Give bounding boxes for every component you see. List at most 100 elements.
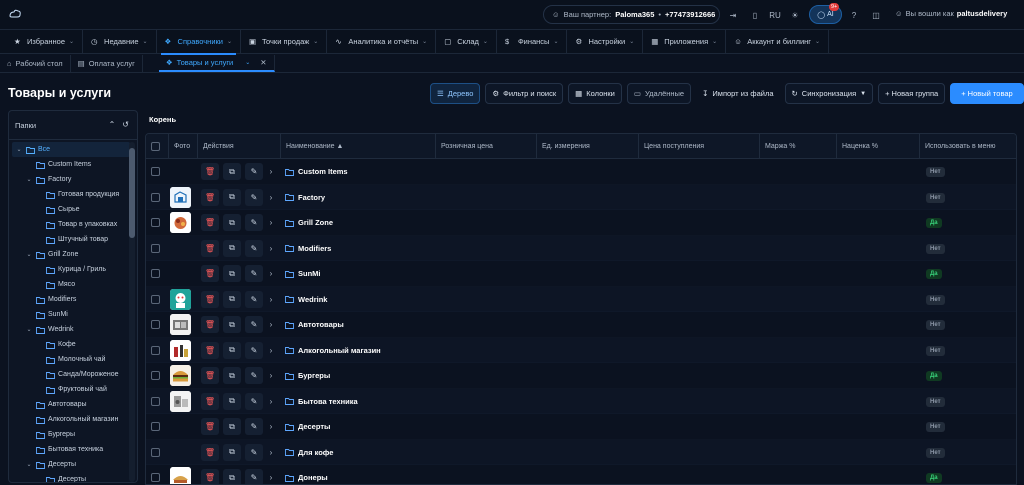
- close-tab-icon[interactable]: ✕: [260, 58, 266, 67]
- edit-icon[interactable]: ✎: [245, 214, 263, 231]
- row-checkbox[interactable]: [151, 345, 160, 355]
- chevron-right-icon[interactable]: ›: [262, 189, 280, 206]
- delete-icon[interactable]: 🗑: [201, 214, 219, 231]
- table-row[interactable]: 🗑 ⧉ ✎ › Custom Items Нет: [146, 159, 1016, 185]
- tree-item[interactable]: Автотовары: [12, 397, 130, 412]
- breadcrumb[interactable]: Корень: [149, 115, 176, 124]
- column-header[interactable]: Наименование ▲: [280, 134, 343, 159]
- new-item-button[interactable]: + Новый товар: [950, 83, 1024, 104]
- edit-icon[interactable]: ✎: [245, 163, 263, 180]
- copy-icon[interactable]: ⧉: [223, 392, 241, 410]
- delete-icon[interactable]: 🗑: [201, 316, 219, 333]
- row-name[interactable]: Бытова техника: [285, 389, 358, 414]
- row-checkbox[interactable]: [151, 294, 160, 304]
- select-all-checkbox[interactable]: [151, 142, 160, 151]
- columns-button[interactable]: ▦ Колонки: [568, 83, 622, 104]
- chevron-right-icon[interactable]: ›: [262, 163, 280, 180]
- delete-icon[interactable]: 🗑: [201, 290, 219, 308]
- delete-icon[interactable]: 🗑: [201, 443, 219, 461]
- tree-item[interactable]: Фруктовый чай: [12, 382, 130, 397]
- row-checkbox[interactable]: [151, 371, 160, 380]
- row-checkbox[interactable]: [151, 396, 160, 406]
- tree-item[interactable]: Молочный чай: [12, 352, 130, 367]
- login-icon[interactable]: ⇥: [724, 6, 742, 24]
- app-logo-icon[interactable]: [8, 7, 22, 21]
- tree-item[interactable]: ⌄ Wedrink: [12, 322, 130, 337]
- table-row[interactable]: 🗑 ⧉ ✎ › Автотовары Нет: [146, 312, 1016, 338]
- refresh-icon[interactable]: ↺: [122, 120, 129, 129]
- row-name[interactable]: SunMi: [285, 261, 321, 286]
- copy-icon[interactable]: ⧉: [223, 367, 241, 384]
- nav-item-6[interactable]: $ Финансы ⌄: [497, 29, 568, 54]
- row-name[interactable]: Wedrink: [285, 287, 327, 312]
- edit-icon[interactable]: ✎: [245, 188, 263, 206]
- chevron-right-icon[interactable]: ›: [262, 265, 280, 282]
- row-name[interactable]: Factory: [285, 185, 325, 210]
- tree-item[interactable]: Десерты: [12, 472, 130, 482]
- table-row[interactable]: 🗑 ⧉ ✎ › Factory Нет: [146, 184, 1016, 210]
- row-name[interactable]: Автотовары: [285, 312, 344, 337]
- delete-icon[interactable]: 🗑: [201, 188, 219, 206]
- deleted-button[interactable]: ▭ Удалённые: [626, 83, 692, 104]
- table-row[interactable]: 🗑 ⧉ ✎ › Десерты Нет: [146, 414, 1016, 440]
- column-header[interactable]: Фото: [168, 134, 190, 159]
- tab-0[interactable]: ⌂ Рабочий стол: [0, 55, 71, 72]
- row-checkbox[interactable]: [151, 447, 160, 457]
- theme-sun-icon[interactable]: ☀: [786, 6, 804, 24]
- tab-2[interactable]: ❖ Товары и услуги ⌄ ✕: [158, 55, 275, 72]
- chevron-right-icon[interactable]: ›: [262, 367, 280, 384]
- tree-item[interactable]: Курица / Гриль: [12, 262, 130, 277]
- import-button[interactable]: ↧ Импорт из файла: [696, 83, 779, 104]
- chevron-right-icon[interactable]: ›: [262, 214, 280, 231]
- column-header[interactable]: Розничная цена: [435, 134, 493, 159]
- tree-item[interactable]: ⌄ Grill Zone: [12, 247, 130, 262]
- table-row[interactable]: 🗑 ⧉ ✎ › Бургеры Да: [146, 363, 1016, 389]
- edit-icon[interactable]: ✎: [245, 341, 263, 359]
- edit-icon[interactable]: ✎: [245, 469, 263, 484]
- tree-item[interactable]: Готовая продукция: [12, 187, 130, 202]
- copy-icon[interactable]: ⧉: [223, 443, 241, 461]
- nav-item-8[interactable]: ▦ Приложения ⌄: [643, 29, 727, 54]
- nav-item-3[interactable]: ▣ Точки продаж ⌄: [241, 29, 328, 54]
- delete-icon[interactable]: 🗑: [201, 367, 219, 384]
- tree-item[interactable]: SunMi: [12, 307, 130, 322]
- nav-item-4[interactable]: ∿ Аналитика и отчёты ⌄: [327, 29, 437, 54]
- help-icon[interactable]: ?: [845, 6, 863, 24]
- collapse-all-icon[interactable]: ⌃: [109, 120, 116, 129]
- copy-icon[interactable]: ⧉: [223, 469, 241, 484]
- copy-icon[interactable]: ⧉: [223, 290, 241, 308]
- delete-icon[interactable]: 🗑: [201, 469, 219, 484]
- edit-icon[interactable]: ✎: [245, 367, 263, 384]
- row-name[interactable]: Grill Zone: [285, 210, 333, 235]
- row-name[interactable]: Бургеры: [285, 363, 330, 388]
- chevron-right-icon[interactable]: ›: [262, 291, 280, 308]
- table-row[interactable]: 🗑 ⧉ ✎ › Grill Zone Да: [146, 210, 1016, 236]
- chevron-down-icon[interactable]: ⌄: [245, 59, 250, 66]
- tree-item[interactable]: Санда/Мороженое: [12, 367, 130, 382]
- tree-item[interactable]: Кофе: [12, 337, 130, 352]
- table-row[interactable]: 🗑 ⧉ ✎ › Бытова техника Нет: [146, 388, 1016, 414]
- tab-1[interactable]: ▤ Оплата услуг: [71, 55, 143, 72]
- row-checkbox[interactable]: [151, 192, 160, 202]
- nav-item-9[interactable]: ☺ Аккаунт и биллинг ⌄: [726, 29, 830, 54]
- phone-icon[interactable]: ▯: [746, 6, 764, 24]
- delete-icon[interactable]: 🗑: [201, 341, 219, 359]
- copy-icon[interactable]: ⧉: [223, 163, 241, 180]
- table-row[interactable]: 🗑 ⧉ ✎ › Алкогольный магазин Нет: [146, 337, 1016, 363]
- row-checkbox[interactable]: [151, 218, 160, 227]
- column-header[interactable]: Действия: [197, 134, 234, 159]
- copy-icon[interactable]: ⧉: [223, 265, 241, 282]
- chevron-right-icon[interactable]: ›: [262, 418, 280, 435]
- nav-item-1[interactable]: ◷ Недавние ⌄: [83, 29, 157, 54]
- new-group-button[interactable]: + Новая группа: [878, 83, 946, 104]
- edit-icon[interactable]: ✎: [245, 418, 263, 435]
- copy-icon[interactable]: ⧉: [223, 418, 241, 435]
- tree-item[interactable]: Modifiers: [12, 292, 130, 307]
- chevron-right-icon[interactable]: ›: [262, 444, 280, 461]
- row-name[interactable]: Десерты: [285, 414, 330, 439]
- table-row[interactable]: 🗑 ⧉ ✎ › SunMi Да: [146, 261, 1016, 287]
- row-name[interactable]: Алкогольный магазин: [285, 338, 381, 363]
- language-switch[interactable]: RU: [766, 6, 784, 24]
- nav-item-7[interactable]: ⚙ Настройки ⌄: [567, 29, 644, 54]
- expand-toggle-icon[interactable]: ⌄: [25, 176, 33, 183]
